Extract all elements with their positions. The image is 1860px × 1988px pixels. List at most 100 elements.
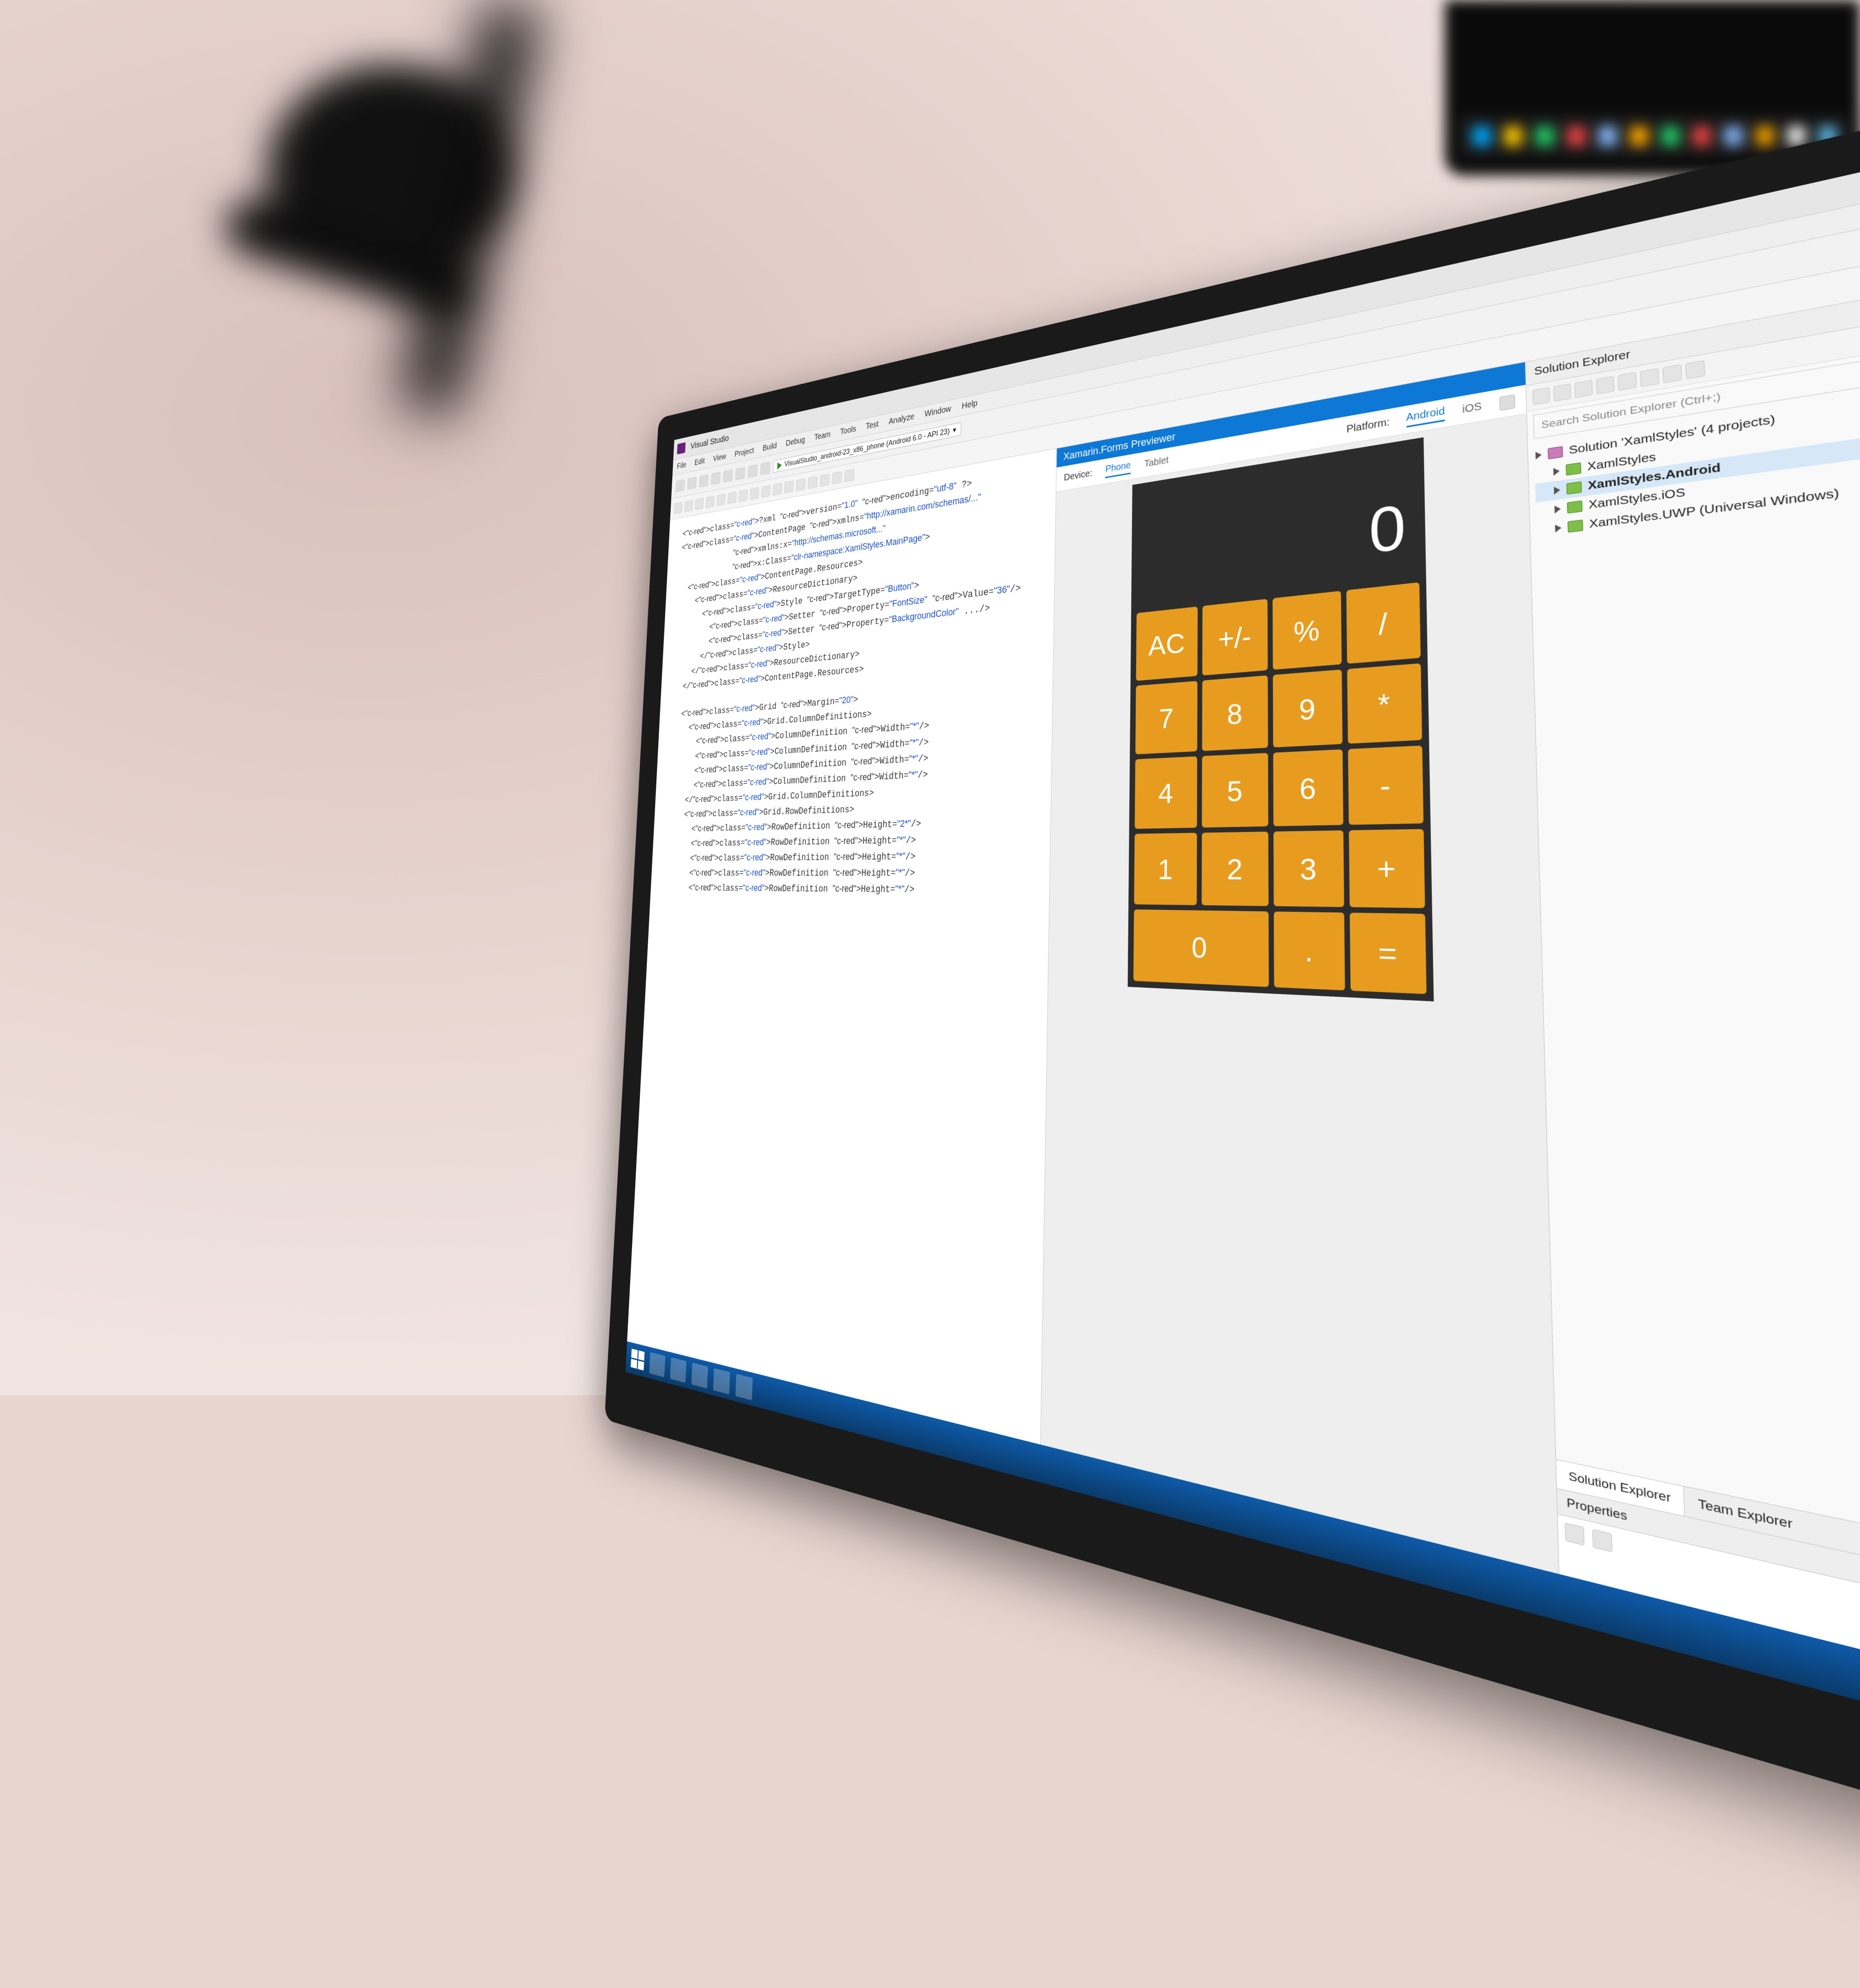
tool-icon[interactable]: [739, 489, 748, 501]
refresh-icon[interactable]: [1553, 383, 1571, 402]
tool-icon[interactable]: [761, 485, 770, 498]
tool-icon[interactable]: [784, 480, 794, 493]
calculator-button-AC[interactable]: AC: [1136, 607, 1198, 681]
open-icon[interactable]: [711, 472, 721, 485]
calculator-button-2[interactable]: 2: [1202, 832, 1268, 906]
csharp-project-icon: [1566, 462, 1581, 476]
play-icon: [777, 461, 782, 469]
menu-item[interactable]: Debug: [786, 435, 805, 448]
menu-item[interactable]: View: [713, 452, 726, 464]
device-option-tablet[interactable]: Tablet: [1144, 455, 1168, 470]
menu-item[interactable]: Tools: [840, 424, 856, 437]
tool-icon[interactable]: [706, 496, 715, 508]
calculator-button-4[interactable]: 4: [1134, 756, 1197, 829]
calculator-button-6[interactable]: 6: [1273, 749, 1344, 826]
device-label: Device:: [1064, 468, 1092, 484]
calculator-button-x[interactable]: =: [1350, 913, 1426, 994]
home-icon[interactable]: [1532, 387, 1550, 405]
properties-icon[interactable]: [1618, 372, 1637, 391]
undo-icon[interactable]: [748, 464, 757, 478]
rotate-icon[interactable]: [1499, 394, 1515, 411]
csharp-project-icon: [1566, 481, 1582, 495]
expand-icon[interactable]: [1555, 524, 1562, 533]
categorize-icon[interactable]: [1565, 1522, 1585, 1546]
menu-item[interactable]: Window: [924, 404, 951, 419]
csharp-project-icon: [1567, 501, 1582, 514]
collapse-icon[interactable]: [1574, 379, 1592, 398]
menu-item[interactable]: Analyze: [888, 412, 914, 427]
windows-start-icon[interactable]: [631, 1349, 644, 1370]
vs-logo-icon: [677, 442, 686, 454]
calculator-button-7[interactable]: 7: [1135, 681, 1198, 754]
menu-item[interactable]: Help: [961, 398, 978, 412]
calculator-button-1[interactable]: 1: [1134, 833, 1197, 905]
tool-icon[interactable]: [820, 473, 829, 486]
tool-icon[interactable]: [716, 494, 726, 506]
sync-icon[interactable]: [1663, 364, 1682, 383]
tool-icon[interactable]: [685, 500, 693, 512]
menu-item[interactable]: File: [677, 460, 686, 471]
menu-item[interactable]: Test: [866, 419, 879, 431]
redo-icon[interactable]: [760, 461, 770, 475]
xamarin-previewer-pane: Xamarin.Forms Previewer Device: Phone Ta…: [1040, 362, 1561, 1621]
calculator-button-xxx[interactable]: +/-: [1202, 599, 1267, 675]
xaml-editor[interactable]: <"c-red">class="c-red">?xml "c-red">vers…: [626, 448, 1057, 1482]
alphabetical-icon[interactable]: [1592, 1529, 1612, 1552]
menu-item[interactable]: Team: [814, 430, 831, 442]
calculator-app-preview: 0 AC+/-%/789*456-123+0.=: [1127, 437, 1433, 1002]
tool-icon[interactable]: [727, 491, 737, 504]
solution-icon: [1548, 446, 1563, 460]
ide-title: Visual Studio: [691, 433, 729, 451]
tool-icon[interactable]: [844, 469, 854, 482]
expand-icon[interactable]: [1535, 451, 1542, 460]
calculator-button-0[interactable]: 0: [1133, 909, 1269, 987]
tool-icon[interactable]: [750, 487, 759, 500]
calculator-button-3[interactable]: 3: [1273, 830, 1344, 907]
calculator-button-x[interactable]: +: [1349, 829, 1425, 908]
laptop-screen: Visual Studio File Edit View Project Bui…: [626, 84, 1860, 1851]
platform-option-ios[interactable]: iOS: [1462, 400, 1482, 416]
tool-icon[interactable]: [832, 471, 842, 484]
calculator-button-x[interactable]: .: [1274, 912, 1345, 991]
taskbar-icon[interactable]: [649, 1352, 665, 1378]
taskbar-icon[interactable]: [692, 1363, 708, 1389]
wrench-icon[interactable]: [1685, 360, 1705, 379]
laptop: Visual Studio File Edit View Project Bui…: [521, 323, 1860, 1476]
new-icon[interactable]: [699, 474, 709, 488]
calculator-button-8[interactable]: 8: [1202, 675, 1268, 751]
device-option-phone[interactable]: Phone: [1105, 460, 1131, 478]
tool-icon[interactable]: [796, 478, 805, 491]
taskbar-icon[interactable]: [735, 1374, 753, 1401]
previewer-canvas: 0 AC+/-%/789*456-123+0.=: [1040, 414, 1560, 1621]
menu-item[interactable]: Edit: [694, 457, 705, 468]
expand-icon[interactable]: [1553, 467, 1560, 476]
save-all-icon[interactable]: [735, 466, 745, 480]
taskbar-icon[interactable]: [713, 1368, 730, 1394]
calculator-button-x[interactable]: *: [1347, 663, 1422, 744]
microphone-blurred: [194, 28, 517, 443]
tool-icon[interactable]: [674, 502, 683, 514]
calculator-button-9[interactable]: 9: [1273, 669, 1342, 747]
calculator-button-x[interactable]: %: [1272, 591, 1341, 670]
calculator-button-5[interactable]: 5: [1202, 753, 1268, 828]
chevron-down-icon: ▾: [953, 425, 956, 435]
expand-icon[interactable]: [1554, 486, 1560, 495]
save-icon[interactable]: [723, 469, 733, 483]
back-icon[interactable]: [675, 479, 685, 492]
calculator-button-x[interactable]: -: [1348, 746, 1423, 825]
tool-icon[interactable]: [695, 498, 704, 510]
menu-item[interactable]: Build: [763, 441, 777, 453]
csharp-project-icon: [1568, 519, 1583, 532]
platform-label: Platform:: [1347, 417, 1390, 436]
taskbar-icon[interactable]: [670, 1357, 686, 1383]
tool-icon[interactable]: [808, 476, 817, 489]
tool-icon[interactable]: [773, 483, 782, 496]
forward-icon[interactable]: [687, 477, 697, 490]
menu-item[interactable]: Project: [734, 446, 754, 459]
platform-option-android[interactable]: Android: [1406, 405, 1445, 427]
preview-icon[interactable]: [1640, 368, 1659, 387]
visual-studio-ide: Visual Studio File Edit View Project Bui…: [626, 84, 1860, 1851]
calculator-button-x[interactable]: /: [1347, 582, 1421, 664]
expand-icon[interactable]: [1554, 505, 1561, 513]
show-all-files-icon[interactable]: [1596, 376, 1614, 394]
